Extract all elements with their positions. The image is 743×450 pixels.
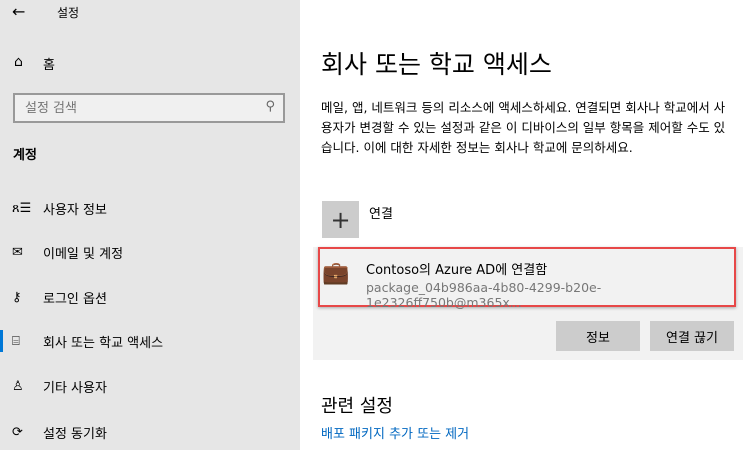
briefcase-icon: 💼 [322, 261, 350, 286]
search-box[interactable]: ⚲ [13, 93, 285, 123]
nav-label: 사용자 정보 [43, 202, 107, 218]
nav-sync-settings[interactable]: ⟳ 설정 동기화 [0, 417, 300, 447]
provisioning-package-link[interactable]: 배포 패키지 추가 또는 제거 [321, 423, 469, 442]
briefcase-icon: ⌸ [12, 333, 20, 349]
page-description: 메일, 앱, 네트워크 등의 리소스에 액세스하세요. 연결되면 회사나 학교에… [321, 100, 726, 155]
app-title: 설정 [57, 6, 80, 20]
info-button[interactable]: 정보 [556, 321, 640, 351]
key-icon: ⚷ [12, 289, 22, 305]
disconnect-button[interactable]: 연결 끊기 [650, 321, 734, 351]
search-input[interactable] [15, 95, 245, 121]
nav-label: 회사 또는 학교 액세스 [43, 335, 164, 351]
nav-email-accounts[interactable]: ✉ 이메일 및 계정 [0, 237, 300, 267]
nav-other-users[interactable]: ♙ 기타 사용자 [0, 371, 300, 401]
connect-button[interactable]: + [322, 201, 359, 238]
nav-user-info[interactable]: ጸ☰ 사용자 정보 [0, 193, 300, 223]
selection-indicator [0, 330, 3, 352]
plus-icon: + [330, 205, 351, 234]
account-subtitle: package_04b986aa-4b80-4299-b20e-1e2326ff… [366, 280, 602, 310]
mail-icon: ✉ [12, 244, 23, 260]
page-title: 회사 또는 학교 액세스 [321, 50, 552, 79]
sidebar: ← 설정 ⌂ 홈 ⚲ 계정 ጸ☰ 사용자 정보 ✉ 이메일 및 계정 ⚷ 로그인… [0, 0, 300, 450]
sync-icon: ⟳ [12, 424, 23, 440]
nav-label: 이메일 및 계정 [43, 246, 124, 262]
nav-label: 기타 사용자 [43, 380, 107, 396]
related-settings-heading: 관련 설정 [321, 396, 393, 417]
home-icon[interactable]: ⌂ [14, 54, 23, 70]
section-heading: 계정 [13, 148, 37, 163]
back-icon[interactable]: ← [12, 2, 25, 21]
nav-home[interactable]: 홈 [43, 54, 55, 73]
person-list-icon: ጸ☰ [12, 200, 32, 216]
nav-signin-options[interactable]: ⚷ 로그인 옵션 [0, 282, 300, 312]
nav-label: 설정 동기화 [43, 426, 107, 442]
add-person-icon: ♙ [12, 378, 24, 394]
search-icon[interactable]: ⚲ [265, 99, 275, 114]
account-title: Contoso의 Azure AD에 연결함 [366, 263, 548, 278]
connect-label[interactable]: 연결 [369, 203, 393, 222]
nav-work-school-access[interactable]: ⌸ 회사 또는 학교 액세스 [0, 326, 300, 356]
nav-label: 로그인 옵션 [43, 291, 107, 307]
